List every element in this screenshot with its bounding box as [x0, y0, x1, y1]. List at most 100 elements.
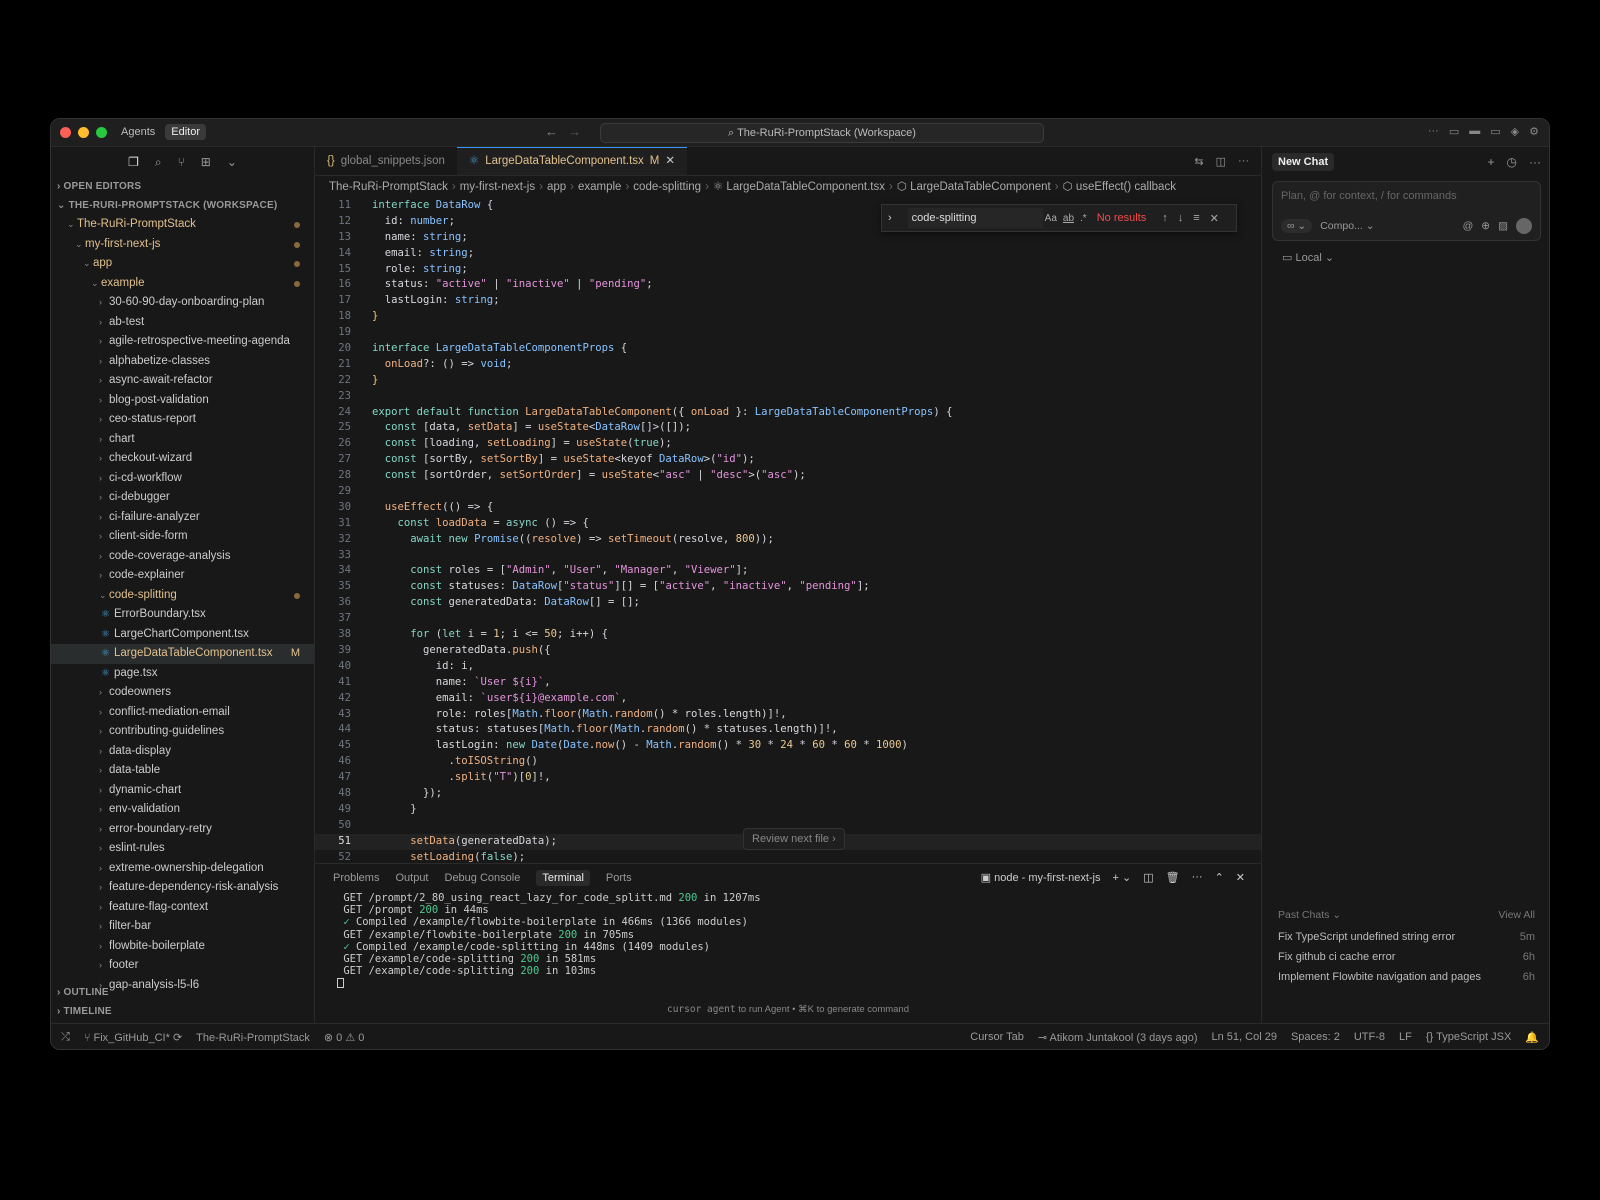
close-icon[interactable]: ✕ — [1236, 871, 1245, 884]
code-line[interactable]: 13 name: string; — [315, 230, 1261, 246]
code-line[interactable]: 22} — [315, 373, 1261, 389]
tree-file[interactable]: ⚛ LargeChartComponent.tsx — [51, 625, 314, 645]
bell-icon[interactable]: 🔔 — [1525, 1031, 1539, 1044]
past-chats-label[interactable]: Past Chats ⌄ — [1278, 909, 1341, 921]
tree-folder[interactable]: › footer — [51, 956, 314, 976]
code-line[interactable]: 37 — [315, 611, 1261, 627]
tree-folder[interactable]: ⌄ The-RuRi-PromptStack — [51, 215, 314, 235]
breadcrumb-item[interactable]: The-RuRi-PromptStack — [329, 181, 448, 193]
code-line[interactable]: 17 lastLogin: string; — [315, 293, 1261, 309]
tree-file[interactable]: ⚛ LargeDataTableComponent.tsx M — [51, 644, 314, 664]
toggle-secondary-sidebar-icon[interactable]: ▭ — [1490, 125, 1500, 138]
code-line[interactable]: 29 — [315, 484, 1261, 500]
regex-icon[interactable]: .* — [1080, 213, 1087, 224]
terminal-output[interactable]: GET /prompt/2_80_using_react_lazy_for_co… — [315, 892, 1261, 990]
code-line[interactable]: 32 await new Promise((resolve) => setTim… — [315, 532, 1261, 548]
history-icon[interactable]: ◷ — [1507, 155, 1517, 169]
tree-folder[interactable]: › error-boundary-retry — [51, 820, 314, 840]
code-line[interactable]: 30 useEffect(() => { — [315, 500, 1261, 516]
microphone-icon[interactable] — [1516, 218, 1532, 234]
open-editors-section[interactable]: › OPEN EDITORS — [51, 177, 314, 196]
workspace-section[interactable]: ⌄ THE-RURI-PROMPTSTACK (WORKSPACE) — [51, 196, 314, 215]
breadcrumb-item[interactable]: LargeDataTableComponent.tsx — [726, 181, 885, 193]
tree-folder[interactable]: › async-await-refactor — [51, 371, 314, 391]
tree-file[interactable]: ⚛ page.tsx — [51, 664, 314, 684]
code-line[interactable]: 43 role: roles[Math.floor(Math.random() … — [315, 707, 1261, 723]
breadcrumb-item[interactable]: app — [547, 181, 566, 193]
code-line[interactable]: 39 generatedData.push({ — [315, 643, 1261, 659]
tree-folder[interactable]: › data-table — [51, 761, 314, 781]
code-line[interactable]: 26 const [loading, setLoading] = useStat… — [315, 436, 1261, 452]
tree-folder[interactable]: › codeowners — [51, 683, 314, 703]
tree-folder[interactable]: › dynamic-chart — [51, 781, 314, 801]
code-line[interactable]: 36 const generatedData: DataRow[] = []; — [315, 595, 1261, 611]
code-line[interactable]: 15 role: string; — [315, 262, 1261, 278]
panel-tab-debug-console[interactable]: Debug Console — [445, 872, 521, 884]
mode-selector[interactable]: ∞ ⌄ — [1281, 219, 1313, 233]
line-ending[interactable]: LF — [1399, 1031, 1412, 1044]
past-chat-item[interactable]: Fix github ci cache error 6h — [1278, 947, 1535, 967]
tab-large-data-table[interactable]: ⚛ LargeDataTableComponent.tsx M ✕ — [456, 147, 687, 176]
search-icon[interactable]: ⌕ — [155, 155, 162, 170]
problems-indicator[interactable]: ⊗ 0 ⚠ 0 — [324, 1031, 364, 1044]
code-line[interactable]: 27 const [sortBy, setSortBy] = useState<… — [315, 452, 1261, 468]
tree-folder[interactable]: › ci-failure-analyzer — [51, 508, 314, 528]
code-line[interactable]: 34 const roles = ["Admin", "User", "Mana… — [315, 563, 1261, 579]
code-line[interactable]: 47 .split("T")[0]!, — [315, 770, 1261, 786]
code-line[interactable]: 49 } — [315, 802, 1261, 818]
files-icon[interactable]: ❐ — [128, 155, 139, 169]
tree-folder[interactable]: › contributing-guidelines — [51, 722, 314, 742]
split-terminal-icon[interactable]: ◫ — [1143, 871, 1153, 884]
tree-folder[interactable]: › eslint-rules — [51, 839, 314, 859]
workspace-name[interactable]: The-RuRi-PromptStack — [196, 1032, 310, 1044]
tab-global-snippets[interactable]: {} global_snippets.json — [315, 147, 457, 175]
encoding[interactable]: UTF-8 — [1354, 1031, 1385, 1044]
close-icon[interactable]: ✕ — [1210, 212, 1219, 225]
code-line[interactable]: 40 id: i, — [315, 659, 1261, 675]
plus-icon[interactable]: + — [1488, 155, 1495, 169]
indentation[interactable]: Spaces: 2 — [1291, 1031, 1340, 1044]
extensions-icon[interactable]: ⊞ — [201, 155, 211, 169]
panel-tab-ports[interactable]: Ports — [606, 872, 632, 884]
toggle-panel-icon[interactable]: ▬ — [1469, 125, 1480, 138]
code-line[interactable]: 24 export default function LargeDataTable… — [315, 405, 1261, 421]
tree-folder[interactable]: ⌄ code-splitting — [51, 586, 314, 606]
tree-folder[interactable]: › extreme-ownership-delegation — [51, 859, 314, 879]
minimize-window-button[interactable] — [78, 127, 89, 138]
new-chat-tab[interactable]: New Chat — [1272, 153, 1335, 171]
gear-icon[interactable]: ⚙ — [1529, 125, 1539, 138]
code-line[interactable]: 21 onLoad?: () => void; — [315, 357, 1261, 373]
forward-arrow-icon[interactable]: → — [568, 124, 581, 139]
breadcrumb-item[interactable]: LargeDataTableComponent — [910, 181, 1051, 193]
tree-folder[interactable]: › data-display — [51, 742, 314, 762]
tree-folder[interactable]: ⌄ app — [51, 254, 314, 274]
tree-folder[interactable]: ⌄ example — [51, 274, 314, 294]
cursor-position[interactable]: Ln 51, Col 29 — [1212, 1031, 1277, 1044]
language-mode[interactable]: {} TypeScript JSX — [1426, 1031, 1511, 1044]
tree-folder[interactable]: › client-side-form — [51, 527, 314, 547]
add-terminal-icon[interactable]: + ⌄ — [1112, 871, 1131, 884]
code-line[interactable]: 33 — [315, 548, 1261, 564]
outline-section[interactable]: › OUTLINE — [51, 983, 314, 1002]
maximize-panel-icon[interactable]: ⌃ — [1215, 871, 1224, 884]
panel-tab-problems[interactable]: Problems — [333, 872, 379, 884]
more-icon[interactable]: ··· — [1428, 125, 1439, 138]
close-window-button[interactable] — [60, 127, 71, 138]
tree-file[interactable]: ⚛ ErrorBoundary.tsx — [51, 605, 314, 625]
tree-folder[interactable]: › agile-retrospective-meeting-agenda — [51, 332, 314, 352]
breadcrumb-item[interactable]: my-first-next-js — [460, 181, 535, 193]
diff-icon[interactable]: ⇆ — [1194, 155, 1203, 168]
branch-indicator[interactable]: ⑂ Fix_GitHub_CI* ⟳ — [84, 1031, 182, 1044]
split-editor-icon[interactable]: ◫ — [1216, 155, 1226, 168]
trash-icon[interactable]: 🗑 — [1166, 871, 1180, 884]
code-line[interactable]: 14 email: string; — [315, 246, 1261, 262]
code-line[interactable]: 48 }); — [315, 786, 1261, 802]
code-line[interactable]: 52 setLoading(false); — [315, 850, 1261, 863]
breadcrumb-item[interactable]: example — [578, 181, 621, 193]
local-selector[interactable]: ▭ Local ⌄ — [1282, 251, 1549, 264]
close-icon[interactable]: ✕ — [665, 147, 675, 176]
code-line[interactable]: 28 const [sortOrder, setSortOrder] = use… — [315, 468, 1261, 484]
tree-folder[interactable]: › code-coverage-analysis — [51, 547, 314, 567]
agents-mode-button[interactable]: Agents — [115, 124, 161, 140]
code-line[interactable]: 41 name: `User ${i}`, — [315, 675, 1261, 691]
